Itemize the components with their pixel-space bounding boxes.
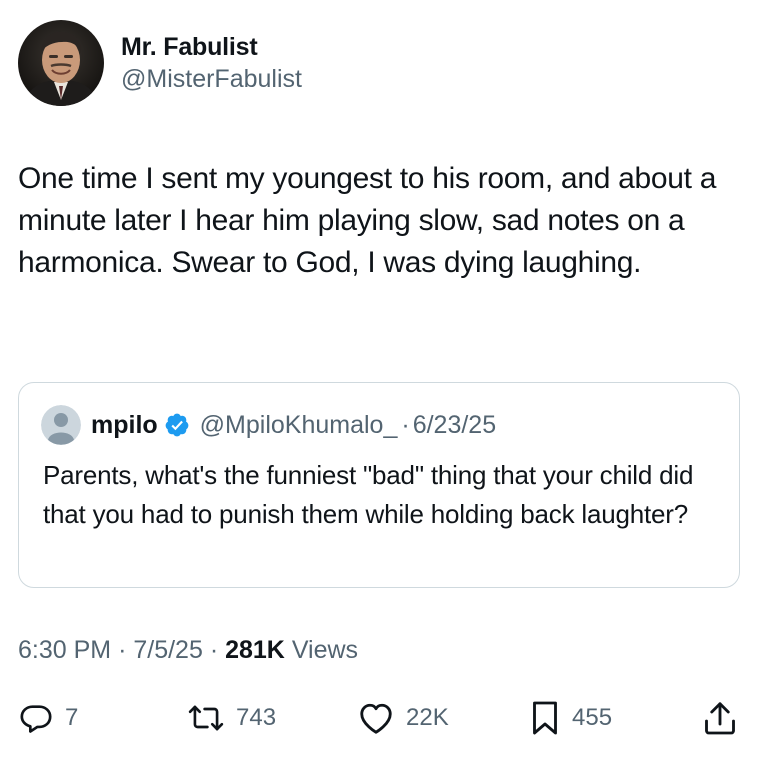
- repost-count: 743: [236, 704, 277, 731]
- repost-button[interactable]: 743: [188, 698, 276, 738]
- views-label: Views: [291, 636, 359, 664]
- tweet-header: Mr. Fabulist @MisterFabulist: [18, 20, 302, 106]
- reply-icon: [20, 705, 52, 733]
- heart-icon: [360, 703, 392, 734]
- author-handle[interactable]: @MisterFabulist: [121, 63, 302, 95]
- reply-button[interactable]: 7: [19, 698, 78, 738]
- repost-icon: [188, 705, 224, 731]
- tweet-time[interactable]: 6:30 PM: [18, 636, 111, 664]
- quoted-author-avatar[interactable]: [41, 405, 81, 445]
- author-display-name[interactable]: Mr. Fabulist: [121, 31, 302, 63]
- tweet-date[interactable]: 7/5/25: [133, 636, 203, 664]
- share-button[interactable]: [703, 698, 737, 738]
- author-names: Mr. Fabulist @MisterFabulist: [121, 31, 302, 95]
- quoted-tweet-card[interactable]: mpilo @MpiloKhumalo_ · 6/23/25 Parents, …: [18, 382, 740, 588]
- like-button[interactable]: 22K: [358, 698, 449, 738]
- quoted-tweet-text: Parents, what's the funniest "bad" thing…: [43, 460, 694, 529]
- reply-count: 7: [65, 704, 79, 731]
- tweet-text: One time I sent my youngest to his room,…: [18, 162, 717, 279]
- views-count: 281K: [225, 636, 285, 664]
- meta-separator: ·: [118, 636, 127, 664]
- share-icon: [705, 702, 735, 735]
- tweet: Mr. Fabulist @MisterFabulist One time I …: [0, 0, 760, 768]
- author-avatar-image: [18, 20, 104, 106]
- bookmark-count: 455: [572, 704, 613, 731]
- quoted-author-handle[interactable]: @MpiloKhumalo_: [200, 411, 398, 440]
- quoted-author-display-name[interactable]: mpilo: [91, 411, 158, 440]
- tweet-meta: 6:30 PM · 7/5/25 · 281K Views: [18, 636, 358, 665]
- tweet-actions: 7 743 22K 455: [0, 698, 760, 738]
- bookmark-button[interactable]: 455: [530, 698, 612, 738]
- verified-badge-icon: [165, 413, 189, 437]
- author-avatar[interactable]: [18, 20, 104, 106]
- meta-separator: ·: [209, 636, 219, 664]
- bookmark-icon: [533, 701, 557, 735]
- quoted-separator: ·: [401, 410, 410, 439]
- quoted-tweet-date[interactable]: 6/23/25: [413, 411, 496, 440]
- like-count: 22K: [406, 704, 449, 731]
- quoted-tweet-header: mpilo @MpiloKhumalo_ · 6/23/25: [41, 405, 496, 445]
